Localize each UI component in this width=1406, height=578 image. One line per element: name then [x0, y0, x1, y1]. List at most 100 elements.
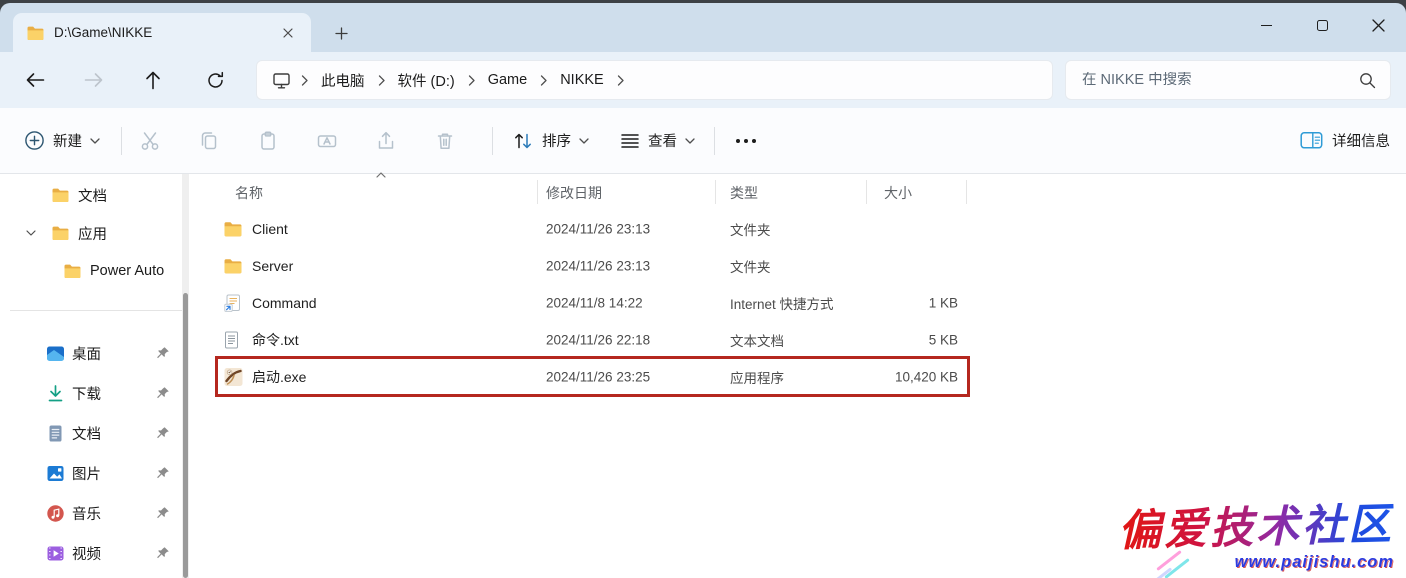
column-header-type[interactable]: 类型	[730, 183, 758, 203]
sidebar-item-label: 文档	[78, 185, 107, 206]
file-size: 1 KB	[808, 295, 958, 310]
table-row-command[interactable]: Command 2024/11/8 14:22 Internet 快捷方式 1 …	[200, 284, 1406, 321]
table-row-client[interactable]: Client 2024/11/26 23:13 文件夹	[200, 210, 1406, 247]
sidebar-scrollbar[interactable]	[182, 174, 189, 578]
plus-circle-icon	[24, 130, 45, 151]
chevron-right-icon	[378, 75, 385, 86]
column-divider[interactable]	[866, 180, 867, 204]
breadcrumb-nikke[interactable]: NIKKE	[550, 68, 614, 92]
file-list-header: 名称 修改日期 类型 大小	[200, 174, 1406, 210]
sidebar-item-music[interactable]: 音乐	[0, 493, 199, 533]
copy-icon[interactable]	[198, 130, 220, 152]
pin-icon[interactable]	[156, 346, 170, 360]
paste-icon[interactable]	[257, 130, 279, 152]
share-icon[interactable]	[375, 130, 397, 152]
sidebar-tree-item-documents-folder[interactable]: 文档	[0, 176, 199, 214]
sidebar-pinned-section: 桌面 下载 文档 图片	[0, 333, 199, 573]
new-tab-button[interactable]	[327, 20, 355, 46]
address-bar[interactable]: 此电脑 软件 (D:) Game NIKKE	[256, 60, 1053, 100]
explorer-tab[interactable]: D:\Game\NIKKE	[13, 13, 311, 52]
navigation-bar: 此电脑 软件 (D:) Game NIKKE	[0, 52, 1406, 108]
this-pc-icon[interactable]	[271, 71, 292, 90]
search-input[interactable]	[1068, 72, 1359, 88]
folder-icon	[224, 221, 242, 236]
sidebar-item-downloads[interactable]: 下载	[0, 373, 199, 413]
scrollbar-thumb[interactable]	[183, 293, 188, 578]
back-button[interactable]	[18, 64, 52, 96]
file-date: 2024/11/26 23:25	[546, 369, 650, 384]
pin-icon[interactable]	[156, 506, 170, 520]
sort-ascending-icon	[376, 172, 386, 178]
view-button[interactable]: 查看	[614, 108, 701, 173]
chevron-right-icon	[301, 75, 308, 86]
more-options-button[interactable]	[730, 108, 762, 173]
minimize-button[interactable]	[1238, 3, 1294, 48]
new-button[interactable]: 新建	[18, 108, 106, 173]
chevron-right-icon	[540, 75, 547, 86]
sort-icon	[512, 131, 534, 151]
column-header-name[interactable]: 名称	[235, 183, 263, 203]
column-divider[interactable]	[715, 180, 716, 204]
file-rows: Client 2024/11/26 23:13 文件夹 Server 2024/…	[200, 210, 1406, 395]
file-name: 命令.txt	[252, 330, 299, 350]
sidebar: 文档 应用 Power Auto 桌面 下载	[0, 174, 199, 578]
chevron-down-icon	[579, 138, 589, 144]
music-icon	[46, 504, 65, 523]
sidebar-item-desktop[interactable]: 桌面	[0, 333, 199, 373]
rename-icon[interactable]	[316, 130, 338, 152]
close-tab-icon[interactable]	[277, 22, 299, 44]
file-explorer-window: D:\Game\NIKKE	[0, 3, 1406, 578]
file-date: 2024/11/26 23:13	[546, 258, 650, 273]
sort-button[interactable]: 排序	[506, 108, 595, 173]
delete-icon[interactable]	[434, 130, 456, 152]
column-header-size[interactable]: 大小	[884, 183, 912, 203]
chevron-down-icon	[90, 138, 100, 144]
table-row-qidong-exe[interactable]: 启动.exe 2024/11/26 23:25 应用程序 10,420 KB	[200, 358, 1406, 395]
maximize-button[interactable]	[1294, 3, 1350, 48]
sidebar-tree-item-apps-folder[interactable]: 应用	[0, 214, 199, 252]
pin-icon[interactable]	[156, 426, 170, 440]
file-name: Command	[252, 295, 317, 311]
breadcrumb-drive-d[interactable]: 软件 (D:)	[388, 66, 465, 95]
column-divider[interactable]	[966, 180, 967, 204]
command-toolbar: 新建 排序 查看	[0, 108, 1406, 174]
sidebar-item-pictures[interactable]: 图片	[0, 453, 199, 493]
close-button[interactable]	[1350, 3, 1406, 48]
column-divider[interactable]	[537, 180, 538, 204]
table-row-server[interactable]: Server 2024/11/26 23:13 文件夹	[200, 247, 1406, 284]
text-file-icon	[224, 331, 239, 349]
forward-button[interactable]	[77, 64, 111, 96]
sidebar-item-label: Power Auto	[90, 263, 164, 279]
sidebar-item-documents[interactable]: 文档	[0, 413, 199, 453]
details-pane-button[interactable]: 详细信息	[1300, 108, 1390, 173]
file-name: Server	[252, 258, 293, 274]
sidebar-item-videos[interactable]: 视频	[0, 533, 199, 573]
column-header-date[interactable]: 修改日期	[546, 183, 602, 203]
sidebar-item-label: 桌面	[72, 343, 101, 364]
details-pane-icon	[1300, 131, 1323, 150]
internet-shortcut-icon	[224, 294, 241, 312]
breadcrumb-this-pc[interactable]: 此电脑	[311, 66, 375, 95]
pin-icon[interactable]	[156, 546, 170, 560]
sidebar-item-label: 视频	[72, 543, 101, 564]
table-row-mingling-txt[interactable]: 命令.txt 2024/11/26 22:18 文本文档 5 KB	[200, 321, 1406, 358]
up-button[interactable]	[136, 64, 170, 96]
pin-icon[interactable]	[156, 466, 170, 480]
file-type: 应用程序	[730, 367, 784, 387]
search-box[interactable]	[1065, 60, 1391, 100]
sidebar-divider	[10, 310, 187, 311]
details-pane-label: 详细信息	[1332, 130, 1390, 151]
file-type: 文件夹	[730, 256, 771, 276]
chevron-down-icon[interactable]	[26, 230, 36, 236]
refresh-button[interactable]	[198, 64, 232, 96]
file-action-icons	[139, 108, 456, 173]
file-size: 5 KB	[808, 332, 958, 347]
file-date: 2024/11/26 22:18	[546, 332, 650, 347]
file-size: 10,420 KB	[808, 369, 958, 384]
sidebar-tree-item-power-auto-folder[interactable]: Power Auto	[0, 252, 199, 290]
breadcrumb-game[interactable]: Game	[478, 68, 538, 92]
search-icon[interactable]	[1359, 72, 1376, 89]
cut-icon[interactable]	[139, 130, 161, 152]
file-name: Client	[252, 221, 288, 237]
pin-icon[interactable]	[156, 386, 170, 400]
